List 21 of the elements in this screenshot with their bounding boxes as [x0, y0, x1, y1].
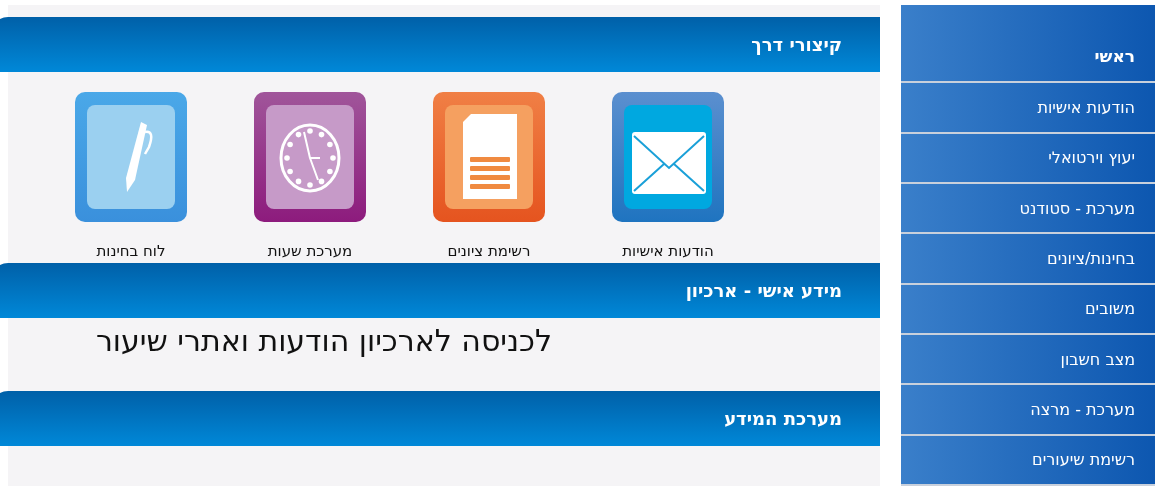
- shortcut-link[interactable]: הודעות אישיות: [612, 92, 724, 263]
- shortcut-link[interactable]: מערכת שעות: [254, 92, 366, 263]
- document-icon: [433, 92, 545, 222]
- archive-link[interactable]: לכניסה לארכיון הודעות ואתרי שיעור: [95, 323, 880, 358]
- sidebar-item[interactable]: משובים: [901, 284, 1155, 336]
- envelope-icon: [612, 92, 724, 222]
- section-header: מערכת המידע: [0, 391, 880, 446]
- shortcut-link[interactable]: רשימת ציונים: [433, 92, 545, 263]
- sidebar-item[interactable]: יעוץ וירטואלי: [901, 133, 1155, 184]
- sidebar-item[interactable]: בחינות/ציונים: [901, 234, 1155, 285]
- sidebar-item[interactable]: מערכת - מרצה: [901, 385, 1155, 436]
- clock-icon: [254, 92, 366, 222]
- shortcut-link[interactable]: לוח בחינות: [75, 92, 187, 263]
- section-header: קיצורי דרך: [0, 17, 880, 72]
- sidebar-item[interactable]: ראשי: [901, 5, 1155, 84]
- sidebar-item[interactable]: מצב חשבון: [901, 335, 1155, 386]
- section-header: מידע אישי - ארכיון: [0, 263, 880, 318]
- pen-icon: [75, 92, 187, 222]
- sidebar-item[interactable]: רשימת שיעורים: [901, 435, 1155, 486]
- sidebar-item[interactable]: מערכת - סטודנט: [901, 184, 1155, 235]
- sidebar-item[interactable]: הודעות אישיות: [901, 83, 1155, 134]
